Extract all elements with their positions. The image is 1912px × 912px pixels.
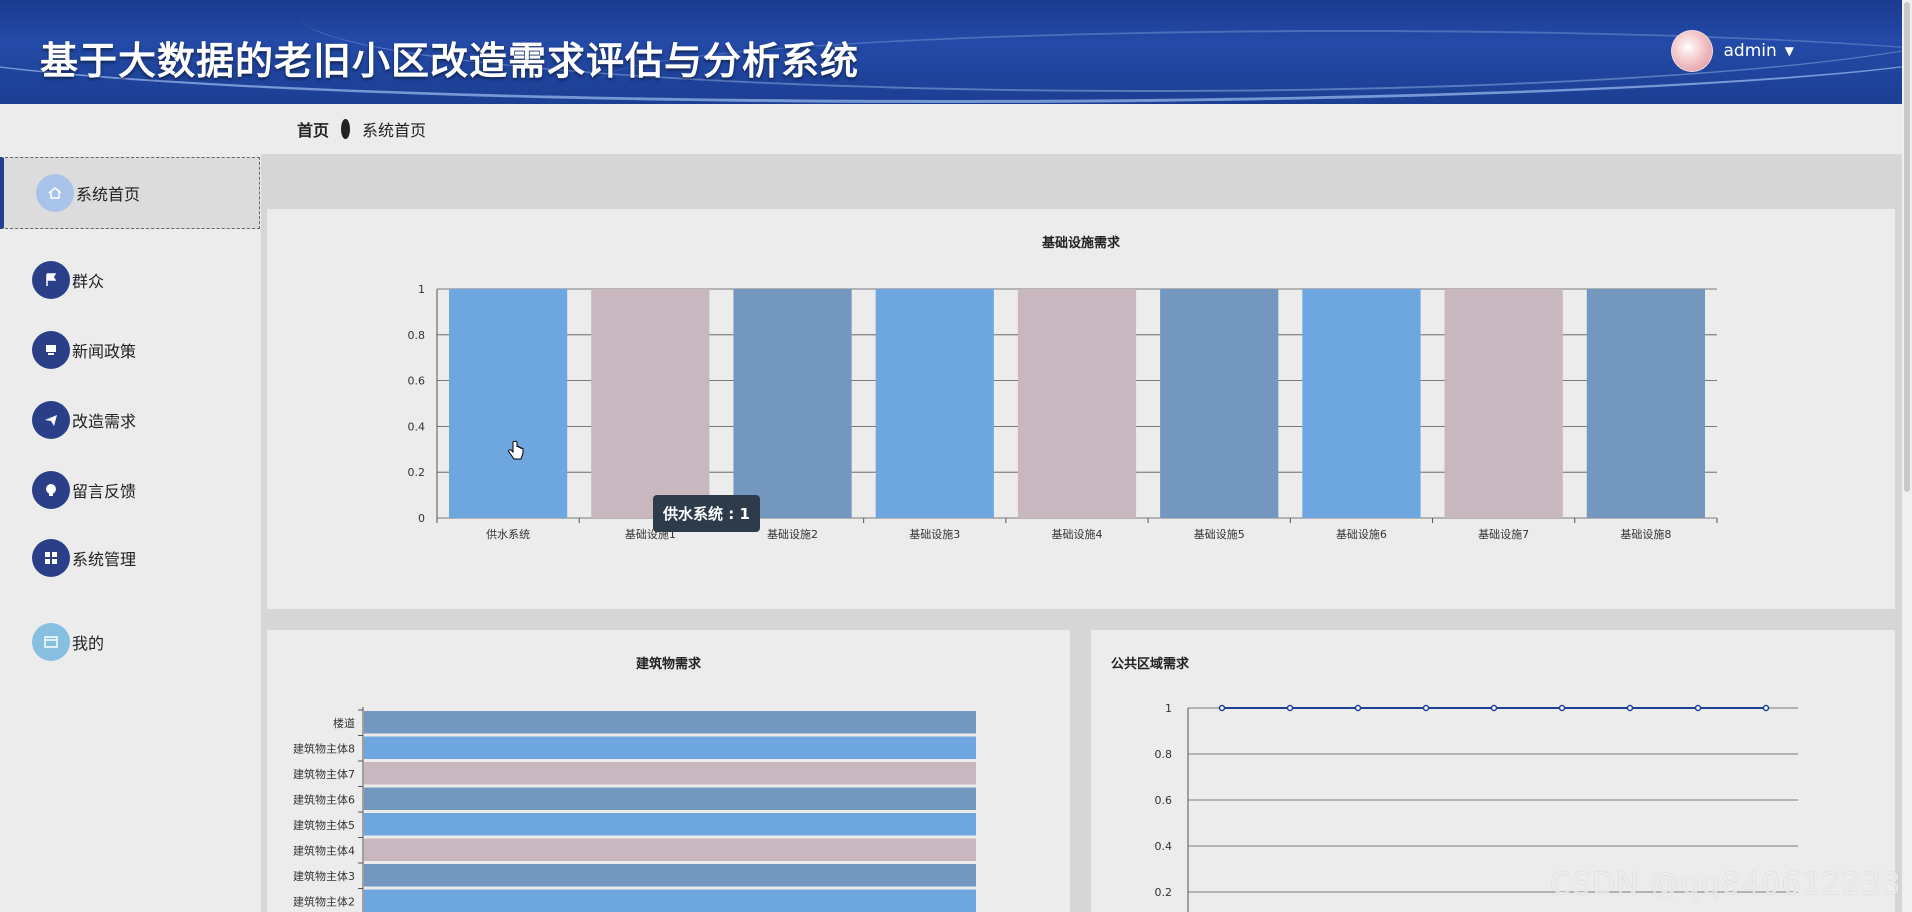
sidebar-item-label: 系统管理 [72,550,137,569]
y-tick-label: 0.2 [1155,886,1173,899]
data-point [1286,704,1294,712]
y-tick-label: 楼道 [333,716,355,730]
bar [1302,289,1421,518]
username[interactable]: admin [1723,41,1776,61]
x-tick-label: 基础设施7 [1478,528,1529,541]
y-tick-label: 0.8 [408,329,426,342]
watermark: CSDN @qq840612233 [1550,867,1902,902]
page-scrollbar[interactable] [1902,0,1912,912]
sidebar-item-feedback[interactable]: 留言反馈 [0,455,258,525]
data-point [1626,704,1634,712]
bar [1444,289,1563,518]
y-tick-label: 0.2 [408,466,426,479]
infra-chart-card: 基础设施需求 0 0.2 0.4 0.6 0.8 1 供水系统 基础设施1 基础设施2 基础设施3… [267,209,1895,609]
sidebar-item-label: 群众 [72,272,105,291]
sidebar-item-masses[interactable]: 群众 [0,245,258,315]
x-tick-label: 基础设施3 [909,528,960,541]
sidebar-item-mine[interactable]: 我的 [0,607,258,677]
y-tick-label: 建筑物主体6 [293,792,355,806]
sidebar-item-label: 改造需求 [72,412,137,431]
data-point [1694,704,1702,712]
chart-tooltip: 供水系统 : 1 [653,495,760,532]
infra-bar-chart: 00.20.40.60.81供水系统 基础设施1 基础设施2 基础设施3 基础设施4 基础… [408,283,1718,541]
y-tick-label: 建筑物主体5 [293,818,355,832]
y-tick-label: 0.6 [1155,794,1173,807]
bar [364,864,976,887]
y-tick-label: 0.6 [408,375,426,388]
sidebar-item-label: 新闻政策 [72,342,137,361]
x-tick-label: 供水系统 [486,527,530,541]
bar [364,762,976,785]
y-tick-label: 建筑物主体7 [293,767,355,781]
breadcrumb: 首页 系统首页 [261,104,1912,154]
data-point [1354,704,1362,712]
y-tick-label: 0.4 [1155,840,1173,853]
x-tick-label: 基础设施5 [1194,528,1245,541]
user-menu[interactable]: admin ▼ [1671,30,1794,72]
bar [591,289,710,518]
data-point [1762,704,1770,712]
breadcrumb-current: 系统首页 [362,121,427,140]
hand-cursor-icon [508,440,524,460]
y-tick-label: 0.4 [408,420,426,433]
data-point [1490,704,1498,712]
y-tick-label: 1 [1165,702,1172,715]
bar [364,838,976,861]
building-bar-chart: 楼道建筑物主体8 建筑物主体7 建筑物主体6 建筑物主体5 建筑物主体4 建筑物主体3 建筑… [293,707,976,912]
bar [364,787,976,810]
x-tick-label: 基础设施4 [1052,528,1103,541]
y-tick-label: 0.8 [1155,748,1173,761]
x-tick-label: 基础设施2 [767,528,818,541]
bar [875,289,994,518]
sidebar-item-label: 我的 [72,634,105,653]
bulb-icon [32,471,70,509]
bar [449,289,568,518]
flag-icon [32,261,70,299]
sidebar-item-demand[interactable]: 改造需求 [0,385,258,455]
bar [364,711,976,734]
data-point [1422,704,1430,712]
sidebar-item-label: 系统首页 [76,185,141,204]
grid-icon [32,539,70,577]
scrollbar-thumb[interactable] [1904,2,1910,492]
sidebar-item-home[interactable]: 系统首页 [0,157,260,229]
x-tick-label: 基础设施8 [1620,528,1671,541]
y-tick-label: 建筑物主体4 [293,843,355,857]
bar [1586,289,1705,518]
home-icon [36,174,74,212]
bar [1160,289,1279,518]
y-tick-label: 建筑物主体3 [293,869,355,883]
sidebar-item-system[interactable]: 系统管理 [0,523,258,593]
data-point [1218,704,1226,712]
building-chart-card: 建筑物需求 楼道 建筑物主体8 建筑物主体7 建筑物主体6 建筑物主体5 建筑物主体4 建筑… [267,630,1070,912]
breadcrumb-separator-icon [341,119,351,139]
caret-down-icon[interactable]: ▼ [1785,44,1794,58]
bar [364,736,976,759]
sidebar: 系统首页 群众 新闻政策 改造需求 留言反馈 系统管理 我的 [0,104,261,912]
bar [1017,289,1137,518]
data-point [1558,704,1566,712]
sidebar-item-news[interactable]: 新闻政策 [0,315,258,385]
y-tick-label: 1 [418,283,425,296]
card-icon [32,623,70,661]
bar [733,289,852,518]
header-banner: 基于大数据的老旧小区改造需求评估与分析系统 admin ▼ [0,0,1912,104]
sidebar-item-label: 留言反馈 [72,482,137,501]
y-tick-label: 0 [418,512,425,525]
avatar[interactable] [1671,30,1714,72]
y-tick-label: 建筑物主体8 [293,741,355,755]
bar [364,813,976,836]
y-tick-label: 建筑物主体2 [293,894,355,908]
send-icon [32,401,70,439]
breadcrumb-home[interactable]: 首页 [297,117,329,141]
app-title: 基于大数据的老旧小区改造需求评估与分析系统 [40,39,860,83]
bar [364,889,976,912]
x-tick-label: 基础设施6 [1336,528,1387,541]
monitor-icon [32,331,70,369]
